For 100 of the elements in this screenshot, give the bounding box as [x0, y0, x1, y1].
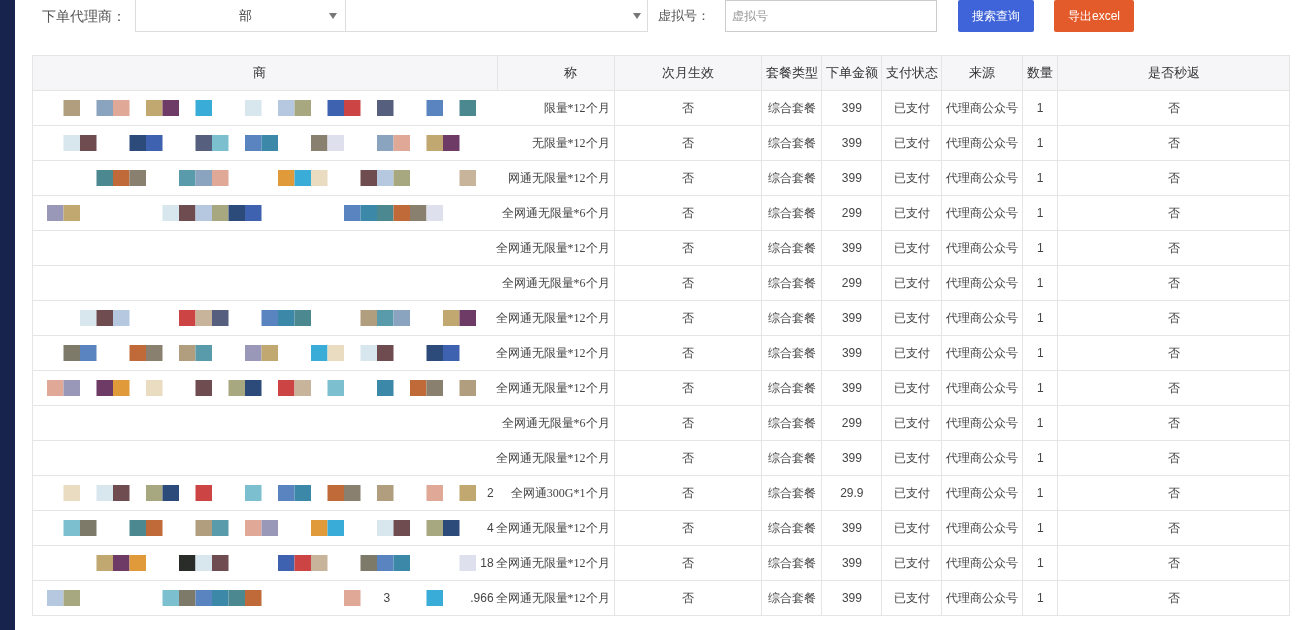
- table-cell-text: 综合套餐: [767, 135, 816, 152]
- agent-sub-select[interactable]: [346, 0, 648, 32]
- action-button[interactable]: 搜索查询: [958, 0, 1034, 32]
- column-header: 称: [564, 64, 578, 83]
- table-cell-text: 4: [486, 520, 494, 537]
- table-cell-text: 399: [841, 310, 862, 327]
- table-cell-text: 综合套餐: [767, 450, 816, 467]
- table-cell-text: 1: [1036, 380, 1044, 397]
- table-cell-text: 否: [1167, 415, 1180, 432]
- table-cell-text: 否: [681, 205, 694, 222]
- table-cell-text: 全网通无限量*12个月: [495, 520, 610, 537]
- table-cell-text: .966: [470, 590, 494, 607]
- table-cell-text: 代理商公众号: [946, 100, 1019, 117]
- table-cell-text: 全网通无限量*12个月: [495, 450, 610, 467]
- table-cell-text: 否: [681, 135, 694, 152]
- column-header: 商: [253, 64, 267, 83]
- table-cell-text: 否: [1167, 485, 1180, 502]
- table-cell-text: 代理商公众号: [946, 205, 1019, 222]
- table-cell-text: 代理商公众号: [946, 275, 1019, 292]
- table-cell-text: 399: [841, 100, 862, 117]
- table-cell-text: 否: [682, 310, 695, 327]
- table-cell-text: 否: [1167, 240, 1180, 257]
- table-cell-text: 399: [841, 170, 862, 187]
- table-cell-text: 1: [1036, 240, 1044, 257]
- table-cell-text: 399: [841, 135, 862, 152]
- table-cell-text: 299: [841, 415, 862, 432]
- table-cell-text: 已支付: [893, 485, 930, 502]
- table-cell-text: 否: [1167, 135, 1180, 152]
- table-cell-text: 综合套餐: [767, 520, 816, 537]
- table-cell-text: 已支付: [893, 100, 930, 117]
- column-header: 是否秒返: [1147, 64, 1200, 83]
- table-cell-text: 否: [1167, 450, 1180, 467]
- table-cell-text: 1: [1036, 310, 1044, 327]
- table-cell-text: 399: [841, 590, 862, 607]
- table-cell-text: 399: [841, 380, 862, 397]
- column-header: 套餐类型: [765, 64, 818, 83]
- table-cell-text: 1: [1036, 100, 1044, 117]
- table-cell-text: 已支付: [893, 275, 930, 292]
- table-cell-text: 代理商公众号: [946, 170, 1019, 187]
- table-cell-text: 1: [1036, 590, 1044, 607]
- table-cell-text: 代理商公众号: [946, 555, 1019, 572]
- caret-icon: [329, 12, 337, 19]
- table-cell-text: 1: [1036, 450, 1044, 467]
- table-cell-text: 已支付: [893, 345, 930, 362]
- table-cell-text: 否: [682, 240, 695, 257]
- table-cell-text: 综合套餐: [767, 485, 816, 502]
- table-cell-text: 399: [841, 555, 862, 572]
- table-cell-text: 代理商公众号: [946, 415, 1019, 432]
- table-cell-text: 全网通无限量*6个月: [501, 275, 610, 292]
- table-cell-text: 399: [841, 450, 862, 467]
- table-cell-text: 399: [841, 240, 862, 257]
- table-cell-text: 否: [681, 415, 694, 432]
- table-cell-text: 1: [1036, 485, 1044, 502]
- table-cell-text: 1: [1036, 205, 1044, 222]
- table-cell-text: 全网通无限量*12个月: [495, 310, 610, 327]
- table-cell-text: 综合套餐: [767, 590, 816, 607]
- table-cell-text: 代理商公众号: [946, 345, 1019, 362]
- table-cell-text: 否: [1167, 555, 1180, 572]
- table-cell-text: 否: [1167, 275, 1180, 292]
- action-button[interactable]: 导出excel: [1054, 0, 1134, 32]
- table-cell-text: 否: [681, 485, 694, 502]
- table-cell-text: 代理商公众号: [946, 380, 1019, 397]
- table-cell-text: 否: [1167, 310, 1180, 327]
- table-cell-text: 否: [681, 100, 694, 117]
- table-cell-text: 已支付: [893, 450, 930, 467]
- table-cell-text: 否: [681, 275, 694, 292]
- table-cell-text: 否: [682, 345, 695, 362]
- column-header: 下单金额: [825, 64, 878, 83]
- table-cell-text: 全网通无限量*6个月: [501, 415, 610, 432]
- caret-icon: [633, 12, 641, 19]
- table-cell-text: 否: [1167, 170, 1180, 187]
- table-cell-text: 299: [841, 205, 862, 222]
- table-cell-text: 否: [681, 170, 694, 187]
- table-cell-text: 全网通无限量*6个月: [501, 205, 610, 222]
- table-cell-text: 否: [682, 555, 695, 572]
- table-cell-text: 代理商公众号: [946, 590, 1019, 607]
- table-cell-text: 已支付: [893, 520, 930, 537]
- table-cell-text: 否: [682, 450, 695, 467]
- column-header: 数量: [1027, 64, 1054, 83]
- column-header: 次月生效: [661, 64, 714, 83]
- table-cell-text: 已支付: [893, 205, 930, 222]
- table-cell-text: 代理商公众号: [946, 450, 1019, 467]
- table-cell-text: 全网通无限量*12个月: [495, 555, 610, 572]
- table-cell-text: 全网通无限量*12个月: [495, 240, 610, 257]
- table-cell-text: 综合套餐: [767, 310, 816, 327]
- table-cell-text: 全网通300G*1个月: [510, 485, 610, 502]
- table-cell-text: 否: [1167, 345, 1180, 362]
- table-cell-text: 否: [682, 380, 695, 397]
- table-cell-text: 已支付: [893, 590, 930, 607]
- table-cell-text: 代理商公众号: [946, 240, 1019, 257]
- filter-label: 虚拟号：: [658, 7, 711, 26]
- table-cell-text: 全网通无限量*12个月: [495, 345, 610, 362]
- table-cell-text: 综合套餐: [767, 555, 816, 572]
- table-cell-text: 已支付: [893, 135, 930, 152]
- table-cell-text: 299: [841, 275, 862, 292]
- table-cell-text: 已支付: [893, 555, 930, 572]
- agent-select[interactable]: 部: [135, 0, 346, 32]
- virtual-number-field[interactable]: 虚拟号: [725, 0, 937, 32]
- table-cell-text: 否: [1167, 380, 1180, 397]
- table-cell-text: 综合套餐: [767, 345, 816, 362]
